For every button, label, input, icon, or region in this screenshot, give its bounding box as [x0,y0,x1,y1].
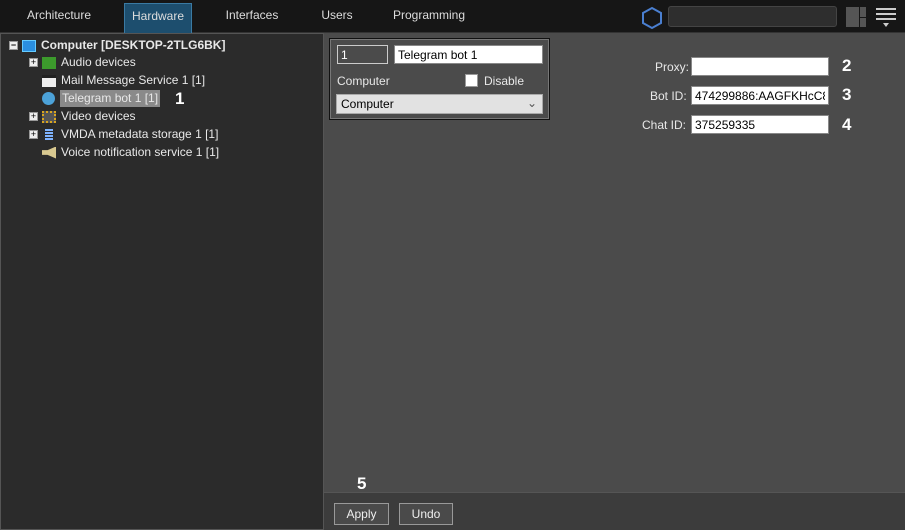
annotation-3: 3 [842,85,852,104]
speaker-icon [42,146,56,159]
disable-checkbox[interactable] [465,74,478,87]
audio-card-icon [42,56,56,69]
tab-programming[interactable]: Programming [390,3,468,33]
tree-item-telegram[interactable]: Telegram bot 1 [1] [42,90,161,107]
hexagon-logo-icon[interactable] [641,6,663,30]
computer-icon [22,39,36,52]
chip-icon [42,110,56,123]
tab-interfaces[interactable]: Interfaces [218,3,286,33]
annotation-5: 5 [357,474,367,493]
tree-item-label: VMDA metadata storage 1 [1] [61,127,219,141]
telegram-icon [42,92,55,105]
annotation-1: 1 [175,89,185,108]
chevron-down-icon: ⌄ [526,96,537,110]
expand-icon[interactable]: + [29,58,38,67]
layout-grid-icon[interactable] [846,7,866,27]
proxy-input[interactable] [691,57,829,76]
chat-id-input[interactable] [691,115,829,134]
tree-item-audio[interactable]: + Audio devices [29,54,136,71]
tab-hardware[interactable]: Hardware [124,3,192,33]
object-properties-card: Computer Disable Computer ⌄ [329,38,550,120]
tab-users[interactable]: Users [313,3,361,33]
expand-icon[interactable]: + [29,130,38,139]
bot-id-input[interactable] [691,86,829,105]
computer-label: Computer [337,74,390,88]
top-navigation: Architecture Hardware Interfaces Users P… [0,0,905,33]
annotation-2: 2 [842,56,852,75]
object-name-input[interactable] [394,45,543,64]
tab-architecture[interactable]: Architecture [20,3,98,33]
tree-item-label: Audio devices [61,55,136,69]
collapse-icon[interactable]: − [9,41,18,50]
tree-item-label: Telegram bot 1 [1] [60,90,161,107]
undo-button[interactable]: Undo [399,503,453,525]
tree-root[interactable]: − Computer [DESKTOP-2TLG6BK] [9,37,225,54]
menu-icon[interactable] [876,8,896,30]
object-id-input[interactable] [337,45,388,64]
tree-item-label: Video devices [61,109,136,123]
annotation-4: 4 [842,115,852,134]
tree-item-video[interactable]: + Video devices [29,108,136,125]
computer-select[interactable]: Computer ⌄ [336,94,543,114]
hardware-tree: − Computer [DESKTOP-2TLG6BK] + Audio dev… [0,33,324,530]
proxy-label: Proxy: [655,60,690,74]
tree-item-mail[interactable]: Mail Message Service 1 [1] [42,72,205,89]
tree-item-vmda[interactable]: + VMDA metadata storage 1 [1] [29,126,218,143]
apply-button[interactable]: Apply [334,503,389,525]
tree-item-voice[interactable]: Voice notification service 1 [1] [42,144,219,161]
search-input[interactable] [668,6,837,27]
chat-id-label: Chat ID: [642,118,687,132]
tree-item-label: Mail Message Service 1 [1] [61,73,206,87]
disable-label: Disable [484,74,525,88]
action-bar: Apply Undo [324,492,905,530]
database-icon [45,128,53,141]
mail-icon [42,74,56,87]
computer-select-value: Computer [341,97,394,111]
tree-item-label: Voice notification service 1 [1] [61,145,220,159]
expand-icon[interactable]: + [29,112,38,121]
bot-id-label: Bot ID: [650,89,687,103]
tree-root-label: Computer [DESKTOP-2TLG6BK] [41,38,226,52]
